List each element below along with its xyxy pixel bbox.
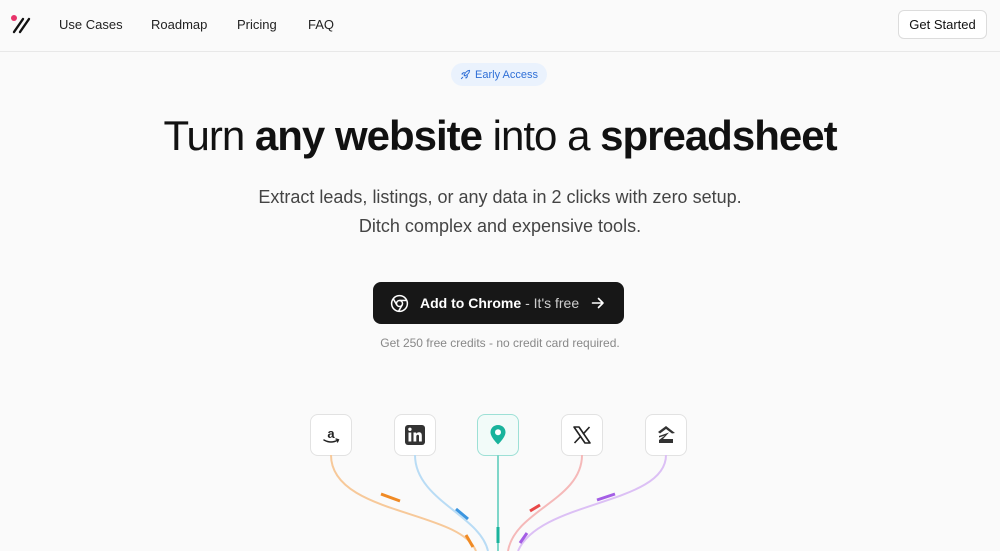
x-line [507, 455, 583, 551]
headline-bold-2: spreadsheet [600, 112, 837, 159]
amazon-line-accent-2 [464, 534, 475, 548]
hero-headline: Turn any website into a spreadsheet [0, 110, 1000, 162]
cta-free-suffix: - It's free [525, 295, 580, 311]
x-line-accent [529, 503, 541, 513]
get-started-button[interactable]: Get Started [898, 10, 987, 39]
headline-part-1: Turn [163, 112, 255, 159]
zillow-tile[interactable] [645, 414, 687, 456]
hero-subtitle-line-1: Extract leads, listings, or any data in … [258, 187, 742, 207]
nav-pricing[interactable]: Pricing [237, 17, 277, 32]
zillow-icon [658, 426, 675, 443]
linkedin-icon [405, 425, 425, 445]
top-nav: Use Cases Roadmap Pricing FAQ Get Starte… [0, 0, 1000, 52]
google-maps-tile[interactable] [477, 414, 519, 456]
amazon-icon: a [323, 426, 340, 443]
svg-text:a: a [327, 426, 335, 441]
x-icon [573, 426, 591, 444]
amazon-line-accent [380, 492, 401, 503]
linkedin-tile[interactable] [394, 414, 436, 456]
amazon-line [330, 455, 477, 551]
add-to-chrome-button[interactable]: Add to Chrome - It's free [373, 282, 624, 324]
headline-bold-1: any website [254, 112, 483, 159]
linkedin-line [414, 455, 489, 551]
slash-percent-logo-icon[interactable] [10, 13, 32, 35]
badge-label: Early Access [475, 68, 538, 81]
headline-part-2: into a [482, 112, 601, 159]
amazon-tile[interactable]: a [310, 414, 352, 456]
early-access-badge: Early Access [451, 63, 547, 86]
map-pin-icon [490, 425, 506, 445]
nav-roadmap[interactable]: Roadmap [151, 17, 207, 32]
nav-faq[interactable]: FAQ [308, 17, 334, 32]
chrome-icon [390, 294, 409, 312]
zillow-line [517, 455, 667, 551]
nav-use-cases[interactable]: Use Cases [59, 17, 123, 32]
rocket-icon [460, 69, 471, 80]
x-tile[interactable] [561, 414, 603, 456]
hero-subtitle-line-2: Ditch complex and expensive tools. [358, 216, 642, 236]
source-connection-lines [330, 455, 667, 551]
cta-label: Add to Chrome [420, 295, 522, 311]
free-credits-note: Get 250 free credits - no credit card re… [380, 336, 620, 350]
arrow-right-icon [591, 297, 604, 309]
